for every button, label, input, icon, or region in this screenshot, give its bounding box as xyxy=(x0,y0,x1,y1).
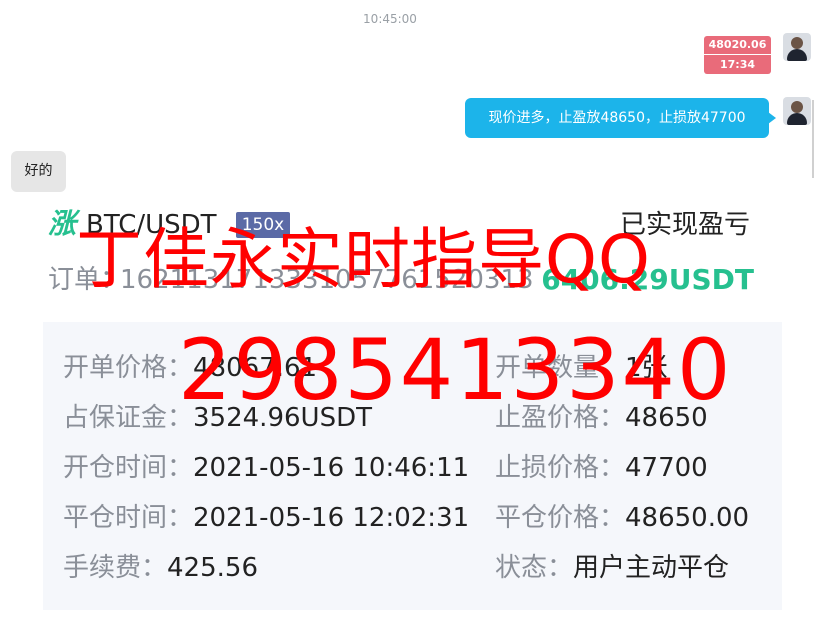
take-profit-value: 48650 xyxy=(625,403,708,433)
take-profit-label: 止盈价格： xyxy=(495,403,626,433)
take-profit-field: 止盈价格：48650 xyxy=(495,398,708,438)
price-card-price: 48020.06 xyxy=(704,36,771,55)
close-price-field: 平仓价格：48650.00 xyxy=(495,498,749,538)
margin-value: 3524.96USDT xyxy=(193,403,372,433)
sent-message-bubble[interactable]: 现价进多，止盈放48650，止损放47700 xyxy=(465,98,776,138)
stop-loss-field: 止损价格：47700 xyxy=(495,448,708,488)
realized-pnl-value: 6406.29USDT xyxy=(541,263,754,296)
open-price-field: 开单价格：48067.61 xyxy=(63,348,317,388)
fee-value: 425.56 xyxy=(167,553,258,583)
chat-window: 10:45:00 48020.06 17:34 现价进多，止盈放48650，止损… xyxy=(0,0,826,628)
order-header: 涨 BTC/USDT 150x 已实现盈亏 xyxy=(48,207,760,243)
order-number-row: 订单： 1621131713331057761520313 6406.29USD… xyxy=(48,262,760,298)
order-number-label: 订单： xyxy=(48,265,127,295)
order-details-panel: 开单价格：48067.61 开单数量：1张 占保证金：3524.96USDT 止… xyxy=(43,322,782,610)
price-card-time: 17:34 xyxy=(719,58,755,71)
quantity-value: 1张 xyxy=(625,353,668,383)
order-number: 1621131713331057761520313 xyxy=(120,265,534,295)
leverage-badge: 150x xyxy=(236,212,290,238)
trading-pair: BTC/USDT xyxy=(86,210,217,240)
quantity-field: 开单数量：1张 xyxy=(495,348,668,388)
close-price-value: 48650.00 xyxy=(625,503,750,533)
close-time-field: 平仓时间：2021-05-16 12:02:31 xyxy=(63,498,469,538)
scrollbar[interactable] xyxy=(812,100,814,178)
price-card-message[interactable]: 48020.06 17:34 xyxy=(704,36,771,74)
received-message-bubble[interactable]: 好的 xyxy=(11,151,66,192)
status-value: 用户主动平仓 xyxy=(573,553,730,583)
stop-loss-label: 止损价格： xyxy=(495,453,626,483)
fee-label: 手续费： xyxy=(63,553,168,583)
stop-loss-value: 47700 xyxy=(625,453,708,483)
open-price-value: 48067.61 xyxy=(193,353,318,383)
margin-label: 占保证金： xyxy=(63,403,194,433)
open-time-label: 开仓时间： xyxy=(63,453,194,483)
fee-field: 手续费：425.56 xyxy=(63,548,258,588)
user-avatar[interactable] xyxy=(783,33,811,61)
user-avatar[interactable] xyxy=(783,97,811,125)
chat-timestamp: 10:45:00 xyxy=(363,12,417,26)
open-time-field: 开仓时间：2021-05-16 10:46:11 xyxy=(63,448,469,488)
status-label: 状态： xyxy=(495,553,574,583)
close-price-label: 平仓价格： xyxy=(495,503,626,533)
status-field: 状态：用户主动平仓 xyxy=(495,548,729,588)
quantity-label: 开单数量： xyxy=(495,353,626,383)
close-time-label: 平仓时间： xyxy=(63,503,194,533)
open-time-value: 2021-05-16 10:46:11 xyxy=(193,453,470,483)
margin-field: 占保证金：3524.96USDT xyxy=(63,398,372,438)
realized-pnl-title: 已实现盈亏 xyxy=(619,210,750,240)
trend-up-icon: 涨 xyxy=(48,207,77,240)
open-price-label: 开单价格： xyxy=(63,353,194,383)
close-time-value: 2021-05-16 12:02:31 xyxy=(193,503,470,533)
